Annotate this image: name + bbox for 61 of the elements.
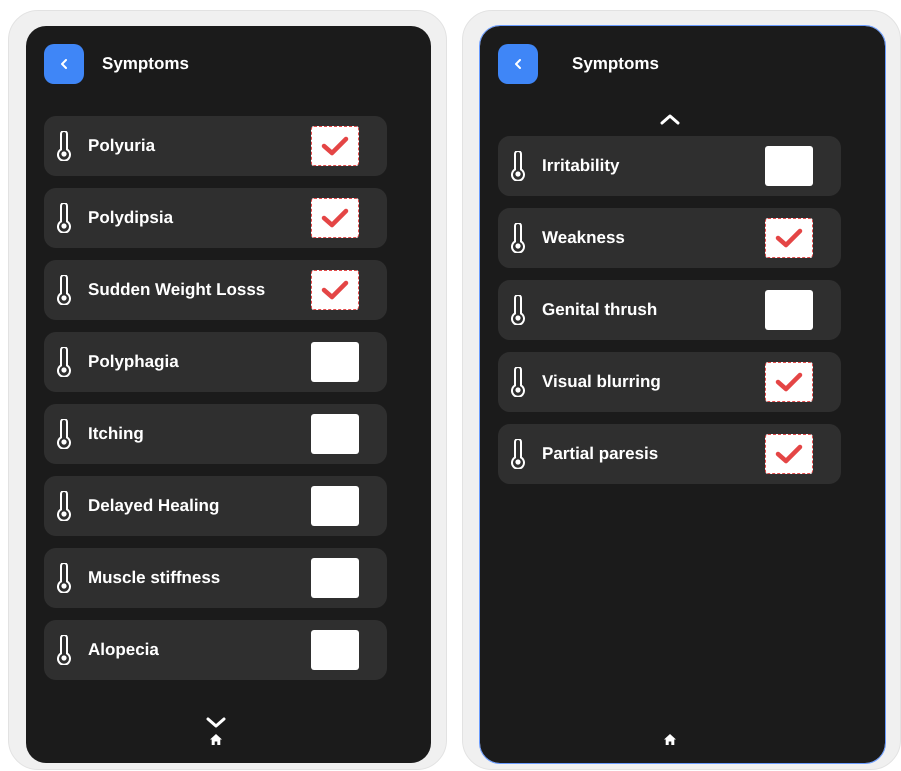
thermometer-icon (56, 203, 72, 233)
symptom-row[interactable]: Delayed Healing (44, 476, 387, 536)
symptom-label: Genital thrush (542, 300, 658, 320)
checkbox[interactable] (311, 270, 359, 310)
thermometer-icon (56, 131, 72, 161)
symptom-row[interactable]: Irritability (498, 136, 841, 196)
checkbox[interactable] (765, 434, 813, 474)
home-icon[interactable] (210, 734, 222, 745)
checkbox[interactable] (311, 198, 359, 238)
symptom-row[interactable]: Partial paresis (498, 424, 841, 484)
symptom-row[interactable]: Itching (44, 404, 387, 464)
thermometer-icon (56, 635, 72, 665)
checkbox[interactable] (311, 126, 359, 166)
symptom-label: Delayed Healing (88, 496, 220, 516)
back-button[interactable] (498, 44, 538, 84)
symptom-label: Alopecia (88, 640, 160, 660)
symptom-row[interactable]: Polydipsia (44, 188, 387, 248)
back-button[interactable] (44, 44, 84, 84)
symptom-label: Polyuria (88, 136, 156, 156)
thermometer-icon (510, 151, 526, 181)
symptom-row[interactable]: Polyuria (44, 116, 387, 176)
checkbox[interactable] (765, 362, 813, 402)
screen-title: Symptoms (102, 54, 189, 74)
thermometer-icon (56, 491, 72, 521)
symptom-row[interactable]: Polyphagia (44, 332, 387, 392)
home-icon[interactable] (664, 734, 676, 745)
check-icon (774, 443, 804, 465)
thermometer-icon (510, 223, 526, 253)
symptom-label: Itching (88, 424, 145, 444)
screen-title: Symptoms (572, 54, 659, 74)
symptom-row[interactable]: Alopecia (44, 620, 387, 680)
thermometer-icon (510, 439, 526, 469)
symptom-label: Polydipsia (88, 208, 174, 228)
symptom-label: Irritability (542, 156, 620, 176)
symptom-row[interactable]: Genital thrush (498, 280, 841, 340)
symptom-label: Partial paresis (542, 444, 660, 464)
thermometer-icon (56, 347, 72, 377)
thermometer-icon (56, 563, 72, 593)
symptom-label: Visual blurring (542, 372, 662, 392)
thermometer-icon (56, 419, 72, 449)
check-icon (320, 279, 350, 301)
chevron-down-icon[interactable] (204, 716, 226, 730)
thermometer-icon (510, 295, 526, 325)
chevron-left-icon (515, 59, 521, 69)
symptom-row[interactable]: Visual blurring (498, 352, 841, 412)
check-icon (320, 135, 350, 157)
thermometer-icon (510, 367, 526, 397)
symptom-label: Weakness (542, 228, 626, 248)
symptom-label: Polyphagia (88, 352, 180, 372)
symptom-label: Muscle stiffness (88, 568, 222, 588)
symptom-row[interactable]: Sudden Weight Losss (44, 260, 387, 320)
checkbox[interactable] (765, 218, 813, 258)
symptom-row[interactable]: Weakness (498, 208, 841, 268)
check-icon (774, 227, 804, 249)
chevron-up-icon[interactable] (658, 112, 680, 126)
symptom-row[interactable]: Muscle stiffness (44, 548, 387, 608)
chevron-left-icon (61, 59, 67, 69)
symptom-label: Sudden Weight Losss (88, 280, 266, 300)
check-icon (320, 207, 350, 229)
check-icon (774, 371, 804, 393)
thermometer-icon (56, 275, 72, 305)
